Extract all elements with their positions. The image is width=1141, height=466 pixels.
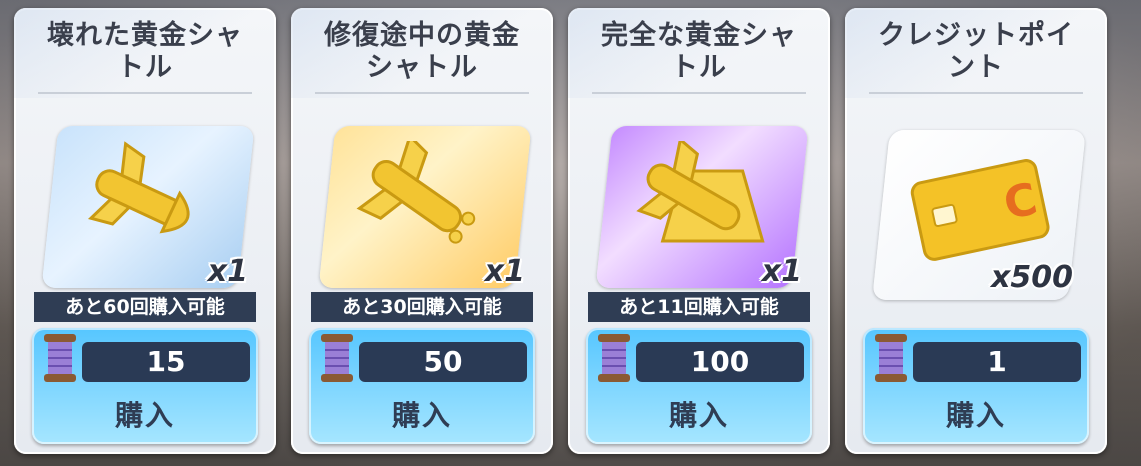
buy-button[interactable]: 15 購入: [32, 328, 258, 444]
item-quantity: x1: [484, 254, 525, 289]
thread-spool-icon: [598, 334, 630, 382]
purchase-limit-label: あと30回購入可能: [311, 292, 533, 322]
shop-card-broken-shuttle: 壊れた黄金シャ トル x1 あと60回購入可能 15 購入: [14, 8, 276, 454]
buy-label: 購入: [945, 399, 1006, 432]
price-value: 1: [987, 345, 1007, 378]
price-value: 50: [423, 345, 463, 378]
buy-label: 購入: [114, 399, 175, 432]
price-bar: 1: [913, 342, 1081, 382]
item-quantity: x1: [761, 254, 802, 289]
shop-card-repairing-shuttle: 修復途中の黄金 シャトル x1 あと30回購入可能 50 購入: [291, 8, 553, 454]
item-title: クレジットポイ ント: [878, 20, 1074, 83]
purchase-limit-label: あと60回購入可能: [34, 292, 256, 322]
shop-card-complete-shuttle: 完全な黄金シャ トル x1 あと11回購入可能 100 購入: [568, 8, 830, 454]
golden-shuttle-repairing-icon: [356, 140, 476, 244]
divider: [869, 92, 1083, 94]
item-title: 壊れた黄金シャ トル: [47, 20, 243, 83]
price-bar: 100: [636, 342, 804, 382]
buy-label: 購入: [391, 399, 452, 432]
thread-spool-icon: [875, 334, 907, 382]
divider: [315, 92, 529, 94]
buy-button[interactable]: 1 購入: [863, 328, 1089, 444]
thread-spool-icon: [44, 334, 76, 382]
price-bar: 50: [359, 342, 527, 382]
credit-card-icon: C: [910, 159, 1050, 262]
buy-button[interactable]: 50 購入: [309, 328, 535, 444]
golden-shuttle-complete-icon: [636, 140, 765, 243]
purchase-limit-label: あと11回購入可能: [588, 292, 810, 322]
price-value: 100: [690, 345, 750, 378]
buy-label: 購入: [668, 399, 729, 432]
thread-spool-icon: [321, 334, 353, 382]
price-bar: 15: [82, 342, 250, 382]
buy-button[interactable]: 100 購入: [586, 328, 812, 444]
golden-shuttle-broken-icon: [88, 140, 190, 233]
price-value: 15: [146, 345, 186, 378]
item-quantity: x500: [991, 260, 1073, 295]
shop-card-credit-points: クレジットポイ ント C x500 1 購入: [845, 8, 1107, 454]
divider: [38, 92, 252, 94]
item-title: 修復途中の黄金 シャトル: [324, 20, 520, 83]
item-title: 完全な黄金シャ トル: [601, 20, 797, 83]
item-quantity: x1: [207, 254, 248, 289]
divider: [592, 92, 806, 94]
